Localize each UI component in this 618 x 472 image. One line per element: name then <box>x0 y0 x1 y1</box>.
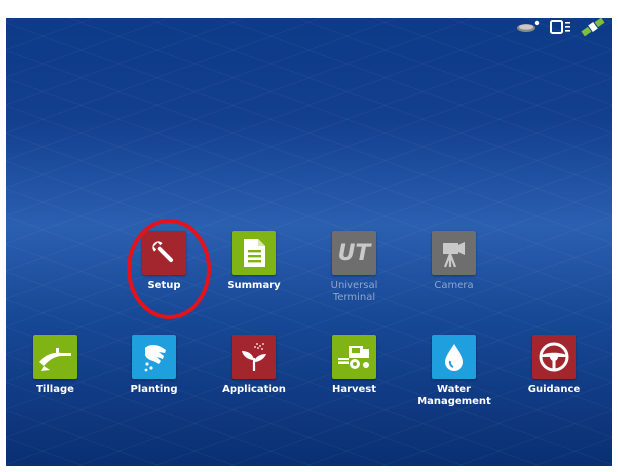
app-planting[interactable]: Planting <box>114 335 194 396</box>
steering-wheel-icon <box>532 335 576 379</box>
ut-icon: UT <box>332 231 376 275</box>
setup-highlight-circle <box>127 219 211 319</box>
combine-icon <box>332 335 376 379</box>
app-water-management-label: Water Management <box>417 384 491 407</box>
sprout-spray-icon <box>232 335 276 379</box>
satellite-icon[interactable] <box>580 17 606 37</box>
app-guidance-label: Guidance <box>527 384 581 395</box>
app-camera-label: Camera <box>434 280 474 291</box>
app-universal-terminal-label: Universal Terminal <box>330 280 378 303</box>
hand-seed-icon <box>132 335 176 379</box>
app-tillage[interactable]: Tillage <box>15 335 95 396</box>
home-screen: Setup Summary UT Universal Terminal Came… <box>6 4 612 466</box>
app-camera: Camera <box>414 231 494 292</box>
plow-icon <box>33 335 77 379</box>
document-icon <box>232 231 276 275</box>
app-water-management[interactable]: Water Management <box>414 335 494 408</box>
status-bar <box>516 16 606 38</box>
app-planting-label: Planting <box>130 384 178 395</box>
app-tillage-label: Tillage <box>36 384 74 395</box>
app-harvest-label: Harvest <box>331 384 377 395</box>
app-universal-terminal: UT Universal Terminal <box>314 231 394 304</box>
camera-icon <box>432 231 476 275</box>
gps-receiver-icon[interactable] <box>516 17 542 37</box>
app-application[interactable]: Application <box>214 335 294 396</box>
app-application-label: Application <box>222 384 286 395</box>
app-harvest[interactable]: Harvest <box>314 335 394 396</box>
app-summary[interactable]: Summary <box>214 231 294 292</box>
water-drop-icon <box>432 335 476 379</box>
display-device-icon[interactable] <box>548 17 574 37</box>
ut-icon-mark: UT <box>337 240 371 266</box>
app-guidance[interactable]: Guidance <box>514 335 594 396</box>
app-summary-label: Summary <box>227 280 281 291</box>
